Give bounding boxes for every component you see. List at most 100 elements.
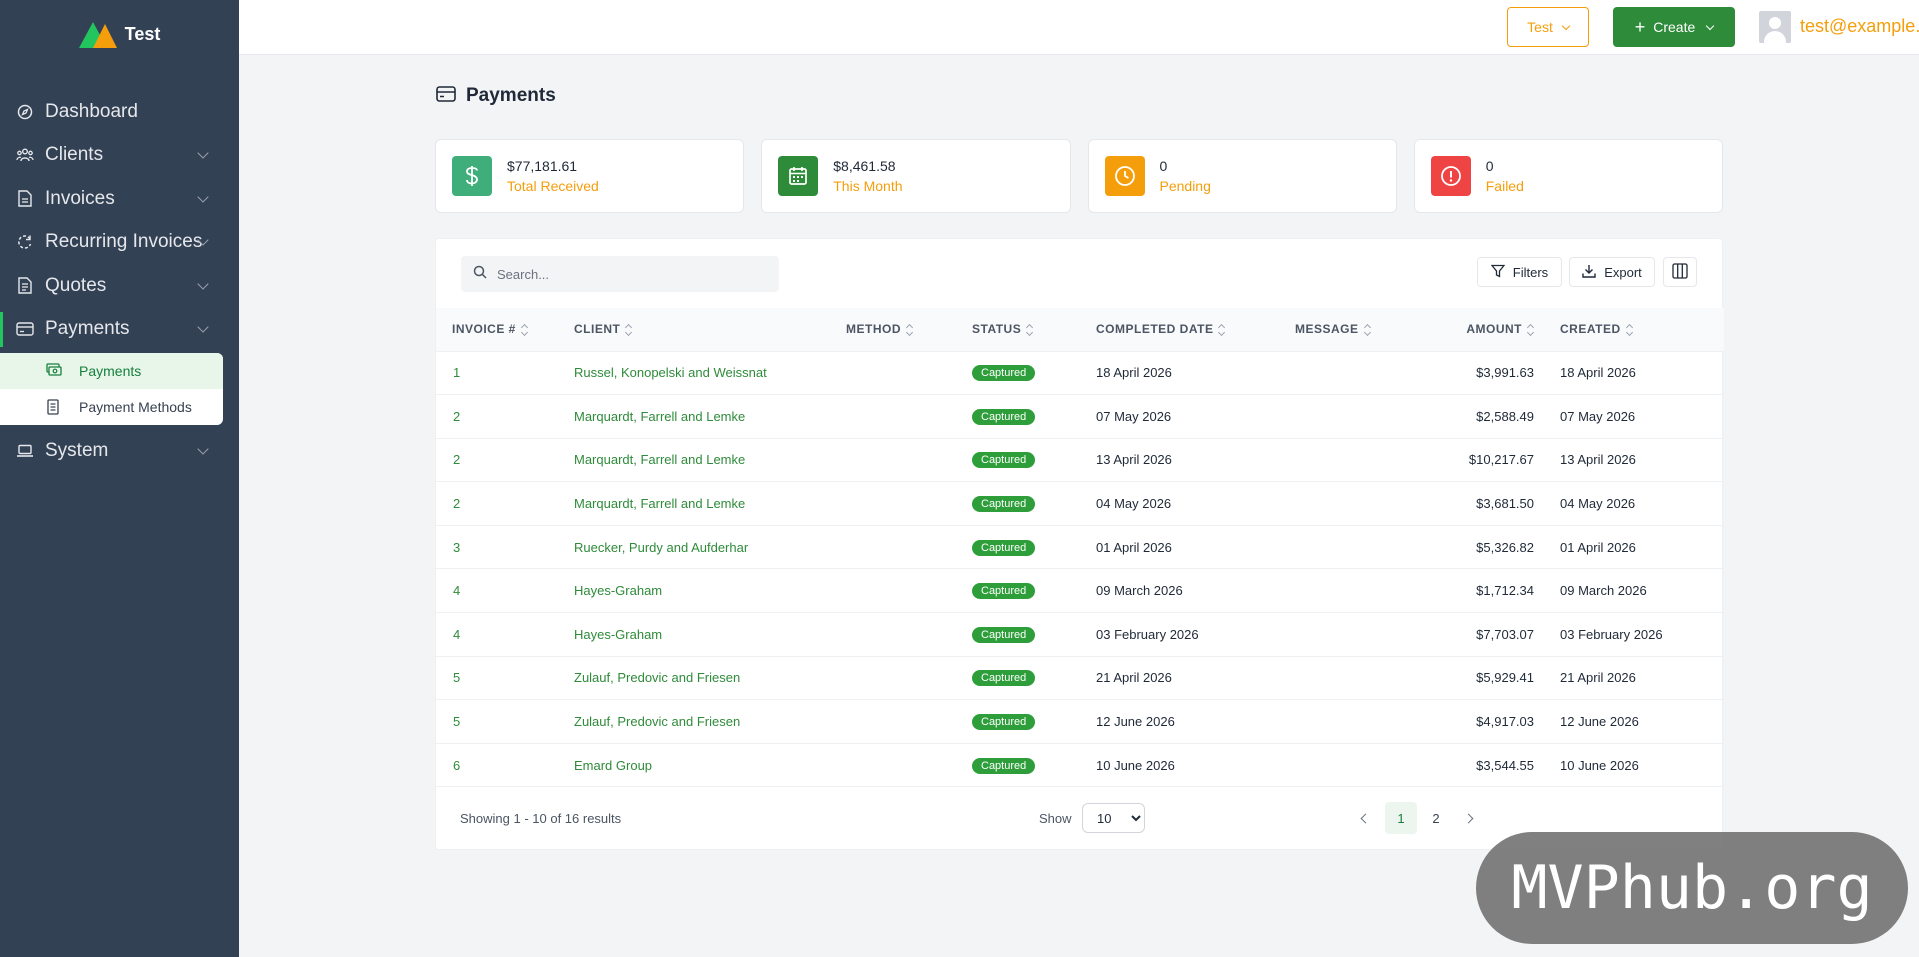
client-link[interactable]: Emard Group [574, 743, 846, 788]
table-row[interactable]: 5 Zulauf, Predovic and Friesen Captured 12 … [436, 699, 1724, 744]
sidebar-item-clients[interactable]: Clients [0, 134, 239, 178]
prev-page-button[interactable] [1350, 802, 1378, 834]
column-header-status[interactable]: Status [972, 308, 1096, 352]
results-summary: Showing 1 - 10 of 16 results [460, 811, 622, 826]
table-header-row: Invoice # Client Method Status Completed… [436, 308, 1724, 352]
amount-cell: $2,588.49 [1433, 394, 1560, 439]
client-link[interactable]: Zulauf, Predovic and Friesen [574, 699, 846, 744]
column-header-invoice[interactable]: Invoice # [436, 308, 574, 352]
amount-cell: $3,544.55 [1433, 743, 1560, 788]
page-button-1[interactable]: 1 [1385, 802, 1417, 834]
invoice-number-link[interactable]: 6 [436, 743, 574, 788]
table-row[interactable]: 4 Hayes-Graham Captured 09 March 2026 $1,712… [436, 568, 1724, 614]
completed-date-cell: 13 April 2026 [1096, 438, 1295, 483]
amount-cell: $10,217.67 [1433, 438, 1560, 483]
stat-label: This Month [833, 178, 903, 194]
client-link[interactable]: Ruecker, Purdy and Aufderhar [574, 525, 846, 570]
create-button-label: Create [1653, 19, 1696, 35]
column-header-amount[interactable]: Amount [1433, 308, 1560, 352]
alert-icon [1430, 156, 1471, 196]
invoice-number-link[interactable]: 1 [436, 351, 574, 396]
sidebar-item-recurring-invoices[interactable]: Recurring Invoices [0, 221, 239, 265]
created-date-cell: 10 June 2026 [1560, 743, 1724, 788]
sidebar: Test Dashboard Clients Invoices Recurrin… [0, 0, 239, 957]
invoice-number-link[interactable]: 5 [436, 656, 574, 701]
sidebar-item-quotes[interactable]: Quotes [0, 264, 239, 308]
column-header-message[interactable]: Message [1295, 308, 1433, 352]
table-row[interactable]: 2 Marquardt, Farrell and Lemke Captured 04 … [436, 481, 1724, 526]
amount-cell: $1,712.34 [1433, 568, 1560, 614]
sidebar-item-label: Clients [45, 144, 104, 166]
status-badge: Captured [972, 365, 1036, 382]
user-email-link[interactable]: test@example.com [1800, 16, 1919, 37]
status-badge: Captured [972, 757, 1036, 774]
sidebar-subitem-payment-methods[interactable]: Payment Methods [0, 389, 223, 425]
columns-toggle-button[interactable] [1663, 257, 1697, 287]
export-button[interactable]: Export [1569, 257, 1655, 287]
search-input[interactable] [497, 266, 767, 282]
table-row[interactable]: 5 Zulauf, Predovic and Friesen Captured 21 … [436, 656, 1724, 701]
table-row[interactable]: 3 Ruecker, Purdy and Aufderhar Captured 01 … [436, 525, 1724, 570]
created-date-cell: 09 March 2026 [1560, 568, 1724, 614]
payments-submenu: Payments Payment Methods [0, 353, 223, 425]
sidebar-subitem-payments[interactable]: Payments [0, 353, 223, 389]
company-switcher-button[interactable]: Test [1507, 7, 1589, 47]
chevron-down-icon [197, 147, 209, 159]
column-header-completed-date[interactable]: Completed Date [1096, 308, 1295, 352]
status-cell: Captured [972, 525, 1096, 570]
sidebar-item-dashboard[interactable]: Dashboard [0, 90, 239, 134]
table-row[interactable]: 2 Marquardt, Farrell and Lemke Captured 07 … [436, 394, 1724, 439]
filters-label: Filters [1512, 264, 1549, 280]
calendar-icon [778, 156, 819, 196]
clock-icon [1104, 156, 1145, 196]
chevron-down-icon [197, 191, 209, 203]
invoice-number-link[interactable]: 4 [436, 568, 574, 614]
page-button-2[interactable]: 2 [1420, 802, 1452, 834]
client-link[interactable]: Marquardt, Farrell and Lemke [574, 438, 846, 483]
filters-button[interactable]: Filters [1477, 257, 1562, 287]
payments-icon [16, 320, 34, 338]
table-row[interactable]: 2 Marquardt, Farrell and Lemke Captured 13 … [436, 438, 1724, 483]
status-cell: Captured [972, 481, 1096, 526]
client-link[interactable]: Hayes-Graham [574, 612, 846, 657]
message-cell [1295, 481, 1433, 526]
invoice-number-link[interactable]: 5 [436, 699, 574, 744]
sidebar-item-payments[interactable]: Payments [0, 308, 239, 352]
stat-label: Total Received [507, 178, 599, 194]
client-link[interactable]: Russel, Konopelski and Weissnat [574, 351, 846, 396]
avatar[interactable] [1759, 11, 1791, 43]
table-row[interactable]: 1 Russel, Konopelski and Weissnat Captured… [436, 351, 1724, 396]
completed-date-cell: 12 June 2026 [1096, 699, 1295, 744]
sidebar-item-system[interactable]: System [0, 429, 239, 473]
client-link[interactable]: Zulauf, Predovic and Friesen [574, 656, 846, 701]
chevron-right-icon [1463, 813, 1474, 823]
invoice-number-link[interactable]: 2 [436, 438, 574, 483]
completed-date-cell: 10 June 2026 [1096, 743, 1295, 788]
invoice-number-link[interactable]: 2 [436, 394, 574, 439]
table-row[interactable]: 4 Hayes-Graham Captured 03 February 2026 $7,… [436, 612, 1724, 657]
client-link[interactable]: Hayes-Graham [574, 568, 846, 614]
sidebar-item-label: Invoices [45, 187, 115, 209]
method-cell [846, 743, 972, 788]
payments-icon [436, 85, 456, 107]
page-size-select[interactable]: 10 [1082, 803, 1145, 833]
invoice-number-link[interactable]: 4 [436, 612, 574, 657]
message-cell [1295, 568, 1433, 614]
column-header-created[interactable]: Created [1560, 308, 1724, 352]
status-badge: Captured [972, 583, 1036, 600]
sidebar-item-label: System [45, 439, 109, 461]
create-button[interactable]: + Create [1613, 7, 1735, 47]
next-page-button[interactable] [1456, 802, 1484, 834]
amount-cell: $5,929.41 [1433, 656, 1560, 701]
status-cell: Captured [972, 351, 1096, 396]
table-row[interactable]: 6 Emard Group Captured 10 June 2026 $3,544.5… [436, 743, 1724, 788]
column-header-method[interactable]: Method [846, 308, 972, 352]
sidebar-item-invoices[interactable]: Invoices [0, 177, 239, 221]
client-link[interactable]: Marquardt, Farrell and Lemke [574, 481, 846, 526]
payments-table: Invoice # Client Method Status Completed… [436, 308, 1724, 788]
invoice-number-link[interactable]: 2 [436, 481, 574, 526]
client-link[interactable]: Marquardt, Farrell and Lemke [574, 394, 846, 439]
column-header-client[interactable]: Client [574, 308, 846, 352]
brand[interactable]: Test [0, 0, 239, 68]
invoice-number-link[interactable]: 3 [436, 525, 574, 570]
